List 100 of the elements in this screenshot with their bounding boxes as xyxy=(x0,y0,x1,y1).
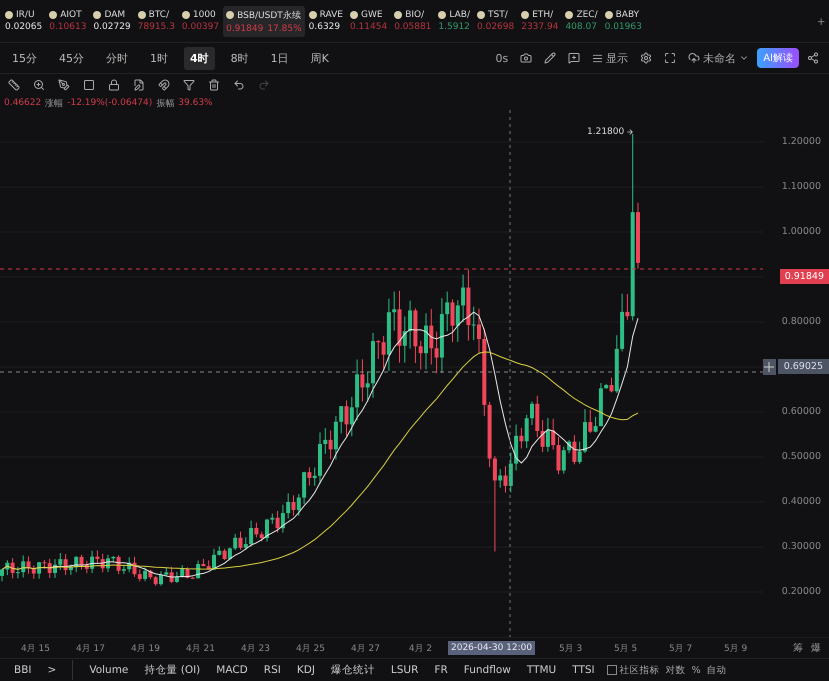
filter-icon[interactable] xyxy=(183,79,195,91)
arrow-icon xyxy=(626,128,634,136)
coin-icon xyxy=(565,11,574,19)
close-value: 0.46622 xyxy=(4,98,42,108)
ticker-tab[interactable]: BIO/ 0.05881 xyxy=(391,7,434,35)
layout-dropdown[interactable]: 未命名 xyxy=(684,48,754,68)
undo-icon[interactable] xyxy=(233,79,245,91)
ticker-symbol: IR/U xyxy=(16,10,35,20)
indicator-tab[interactable]: TTSI xyxy=(564,664,603,676)
peak-price-label: 1.21800 xyxy=(587,127,624,137)
edit-icon[interactable] xyxy=(133,79,145,91)
timeframe-tab[interactable]: 1日 xyxy=(264,46,295,70)
ticker-tab[interactable]: BTC/ 78915.3 xyxy=(134,7,178,35)
ticker-tab[interactable]: ETH/ 2337.94 xyxy=(518,7,562,35)
price-tick: 1.20000 xyxy=(782,136,822,147)
indicator-tab[interactable]: Fundflow xyxy=(456,664,519,676)
amplitude-label: 振幅 xyxy=(156,98,174,110)
price-line-tag: 0.69025 xyxy=(778,359,829,374)
ticker-symbol: 1000 xyxy=(192,10,216,20)
community-indicator-label[interactable]: 社区指标 xyxy=(616,664,663,676)
timeframe-tab[interactable]: 15分 xyxy=(6,46,43,70)
list-icon xyxy=(592,52,604,64)
indicator-tab[interactable]: LSUR xyxy=(382,664,426,676)
zoom-icon[interactable] xyxy=(33,79,45,91)
ticker-tab[interactable]: ZEC/ 408.07 xyxy=(562,7,601,35)
timeframe-tab[interactable]: 1时 xyxy=(144,46,174,70)
indicator-tab[interactable]: KDJ xyxy=(288,664,323,676)
ruler-icon[interactable] xyxy=(8,79,20,91)
ticker-tab[interactable]: LAB/ 1.5912 xyxy=(435,7,473,35)
pen-icon[interactable] xyxy=(58,79,70,91)
scale-option[interactable]: 对数 xyxy=(662,664,689,676)
ticker-price: 1.5912 xyxy=(438,22,470,32)
price-tick: 1.00000 xyxy=(782,226,822,237)
magnet-icon[interactable] xyxy=(158,79,170,91)
ticker-price: 2337.94 xyxy=(521,22,558,32)
cloud-icon xyxy=(688,52,700,64)
ticker-tab[interactable]: GWE 0.11454 xyxy=(346,7,390,35)
indicator-tab[interactable]: FR xyxy=(426,664,456,676)
ticker-price: 0.05881 xyxy=(394,22,432,32)
timeframe-tab[interactable]: 8时 xyxy=(224,46,255,70)
ticker-price: 0.01963 xyxy=(604,22,642,32)
timeframe-tab[interactable]: 分时 xyxy=(100,46,134,70)
ticker-tab[interactable]: 1000 0.00397 xyxy=(178,7,222,35)
ticker-tab[interactable]: TST/ 0.02698 xyxy=(474,7,518,35)
price-tick: 0.20000 xyxy=(782,586,822,597)
coin-icon xyxy=(182,11,190,19)
ticker-tab[interactable]: IR/U 0.02065 xyxy=(2,7,46,35)
time-tick: 4月 21 xyxy=(184,642,216,654)
ticker-change: 17.85% xyxy=(267,24,302,34)
ticker-price: 0.10613 xyxy=(49,22,86,32)
ticker-tab[interactable]: AIOT 0.10613 xyxy=(46,7,90,35)
ticker-symbol: BABY xyxy=(616,10,640,20)
lock-icon[interactable] xyxy=(108,79,120,91)
ticker-price: 0.6329 xyxy=(308,22,340,32)
ticker-price: 408.07 xyxy=(565,22,597,32)
square-icon[interactable] xyxy=(83,79,95,91)
more-button[interactable]: > xyxy=(40,664,64,676)
time-tick: 4月 15 xyxy=(20,642,52,654)
scale-option[interactable]: 自动 xyxy=(704,664,730,676)
indicator-tab[interactable]: TTMU xyxy=(518,664,564,676)
price-tick: 1.10000 xyxy=(782,181,822,192)
indicator-tab[interactable]: Volume xyxy=(81,664,136,676)
coin-icon xyxy=(138,11,146,19)
axis-toggle[interactable]: 筹 xyxy=(789,641,807,655)
time-tick: 4月 17 xyxy=(74,642,106,654)
indicator-tab[interactable]: BBI xyxy=(6,664,40,676)
time-tick: 4月 27 xyxy=(350,642,382,654)
checkbox[interactable] xyxy=(606,665,617,675)
timeframe-tab[interactable]: 周K xyxy=(304,46,335,70)
display-button[interactable]: 显示 xyxy=(588,48,632,68)
change-value: -12.19%(-0.06474) xyxy=(67,98,152,108)
ticker-tab[interactable]: DAM 0.02729 xyxy=(90,7,134,35)
axis-toggle[interactable]: 爆 xyxy=(807,641,825,655)
indicator-tab[interactable]: MACD xyxy=(208,664,256,676)
trash-icon[interactable] xyxy=(208,79,220,91)
coin-icon xyxy=(5,11,13,19)
indicator-tab[interactable]: RSI xyxy=(256,664,289,676)
ticker-symbol: ZEC/ xyxy=(576,10,598,20)
scale-option[interactable]: % xyxy=(688,664,704,676)
time-tick: 4月 19 xyxy=(130,642,162,654)
ticker-symbol: BTC/ xyxy=(148,10,170,20)
ticker-tab[interactable]: BSB/USDT永续 0.91849 17.85% xyxy=(223,6,305,36)
indicator-tab[interactable]: 持仓量 (OI) xyxy=(136,663,208,677)
ticker-tab[interactable]: RAVE 0.6329 xyxy=(306,7,346,35)
countdown-button[interactable]: 0s xyxy=(491,50,512,66)
indicator-tab[interactable]: 爆仓统计 xyxy=(322,663,383,677)
ai-button[interactable]: AI解读 xyxy=(757,48,799,68)
coin-icon xyxy=(604,11,613,19)
add-tab-button[interactable]: + xyxy=(815,14,827,28)
timeframe-tab[interactable]: 4时 xyxy=(184,46,215,70)
price-tick: 0.50000 xyxy=(782,451,822,462)
coin-icon xyxy=(477,11,485,19)
timeframe-tab[interactable]: 45分 xyxy=(53,46,90,70)
time-tick: 5月 5 xyxy=(612,642,638,654)
ticker-symbol: ETH/ xyxy=(532,10,554,20)
ticker-tab[interactable]: BABY 0.01963 xyxy=(602,7,645,35)
add-alert-button[interactable] xyxy=(763,358,776,374)
ticker-symbol: BSB/USDT永续 xyxy=(237,10,301,22)
plus-icon xyxy=(764,362,774,372)
amplitude-value: 39.63% xyxy=(178,98,213,108)
